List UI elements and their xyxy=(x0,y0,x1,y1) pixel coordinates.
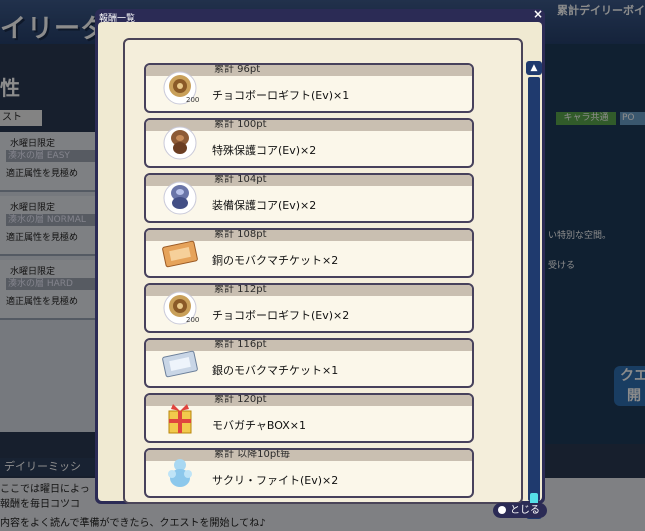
scrollbar[interactable]: ▲ ▼ xyxy=(526,61,542,519)
close-button[interactable]: とじる xyxy=(493,503,547,518)
reward-list[interactable]: 累計 96pt 200 チョコボーロギフト(Ev)×1 累計 100pt 特殊保… xyxy=(123,38,542,519)
reward-item: 累計 116pt 銀のモバクマチケット×1 xyxy=(144,338,474,388)
reward-points: 累計 104pt xyxy=(214,174,267,185)
reward-item: 累計 112pt 200 チョコボーロギフト(Ev)×2 xyxy=(144,283,474,333)
reward-name: 銀のモバクマチケット×1 xyxy=(212,364,339,377)
reward-name: モバガチャBOX×1 xyxy=(212,419,306,432)
bronze-ticket-icon xyxy=(160,234,200,272)
reward-item: 累計 104pt 装備保護コア(Ev)×2 xyxy=(144,173,474,223)
reward-item: 累計 100pt 特殊保護コア(Ev)×2 xyxy=(144,118,474,168)
reward-points: 累計 以降10pt毎 xyxy=(214,449,291,460)
close-button-label: とじる xyxy=(510,505,540,516)
reward-name: 特殊保護コア(Ev)×2 xyxy=(212,144,317,157)
reward-item: 累計 以降10pt毎 サクリ・ファイト(Ev)×2 xyxy=(144,448,474,498)
reward-list-dialog: 報酬一覧 × 累計 96pt 200 チョコボーロギフト(Ev)×1 累計 10… xyxy=(95,8,545,519)
choco-gift-icon: 200 xyxy=(160,289,200,327)
reward-item: 累計 108pt 銅のモバクマチケット×2 xyxy=(144,228,474,278)
reward-points: 累計 112pt xyxy=(214,284,267,295)
reward-points: 累計 116pt xyxy=(214,339,267,350)
reward-name: 銅のモバクマチケット×2 xyxy=(212,254,339,267)
reward-name: チョコボーロギフト(Ev)×2 xyxy=(212,309,350,322)
gacha-box-icon xyxy=(160,399,200,437)
close-icon[interactable]: × xyxy=(532,8,544,20)
reward-points: 累計 96pt xyxy=(214,64,261,75)
reward-points: 累計 100pt xyxy=(214,119,267,130)
reward-name: チョコボーロギフト(Ev)×1 xyxy=(212,89,350,102)
reward-item: 累計 120pt モバガチャBOX×1 xyxy=(144,393,474,443)
silver-ticket-icon xyxy=(160,344,200,382)
sacri-fight-icon xyxy=(160,454,200,492)
circle-icon xyxy=(498,506,506,514)
reward-points: 累計 120pt xyxy=(214,394,267,405)
reward-item: 累計 96pt 200 チョコボーロギフト(Ev)×1 xyxy=(144,63,474,113)
svg-text:200: 200 xyxy=(186,316,199,324)
dialog-body: 累計 96pt 200 チョコボーロギフト(Ev)×1 累計 100pt 特殊保… xyxy=(98,22,542,519)
scroll-up-icon[interactable]: ▲ xyxy=(526,61,542,75)
svg-text:200: 200 xyxy=(186,96,199,104)
special-core-icon xyxy=(160,124,200,162)
reward-name: 装備保護コア(Ev)×2 xyxy=(212,199,317,212)
reward-points: 累計 108pt xyxy=(214,229,267,240)
equip-core-icon xyxy=(160,179,200,217)
scroll-track[interactable] xyxy=(528,77,540,501)
reward-name: サクリ・ファイト(Ev)×2 xyxy=(212,474,339,487)
choco-gift-icon: 200 xyxy=(160,69,200,107)
